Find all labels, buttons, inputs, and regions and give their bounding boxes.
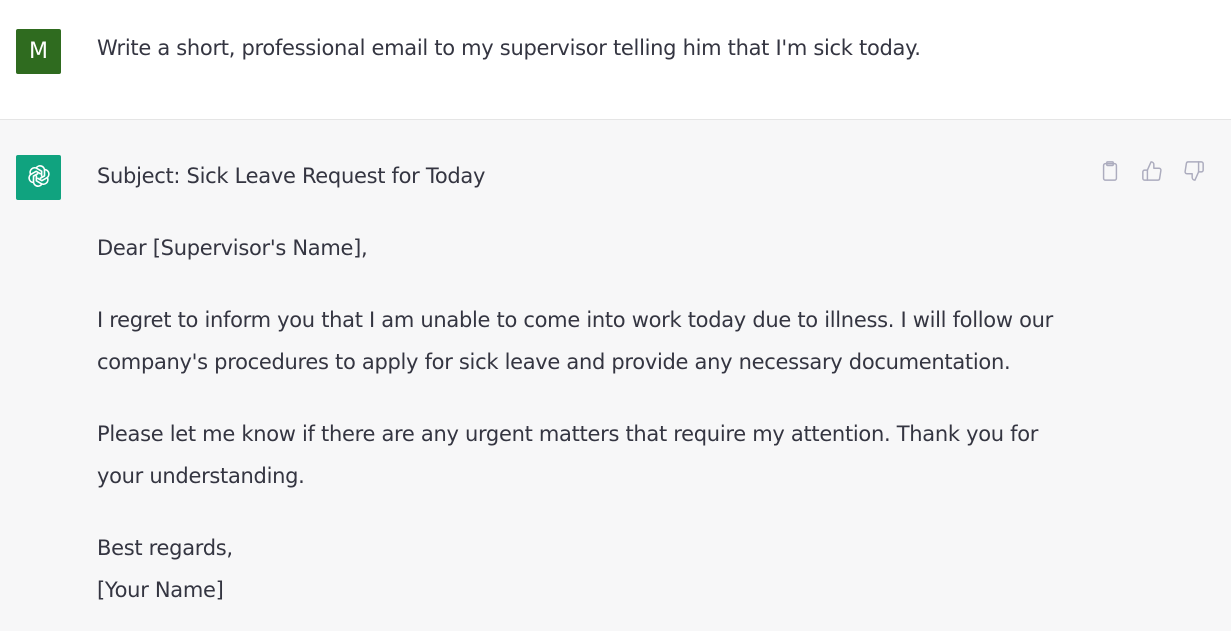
email-subject: Subject: Sick Leave Request for Today (97, 164, 486, 188)
email-signature: [Your Name] (97, 578, 224, 602)
user-message-text: Write a short, professional email to my … (97, 36, 921, 60)
email-closing: Best regards, (97, 536, 233, 560)
assistant-message-row: Subject: Sick Leave Request for Today De… (0, 120, 1231, 631)
email-paragraph-2: Please let me know if there are any urge… (97, 422, 1039, 488)
thumbs-down-button[interactable] (1181, 160, 1207, 186)
email-paragraph-1: I regret to inform you that I am unable … (97, 308, 1053, 374)
copy-button[interactable] (1097, 160, 1123, 186)
user-avatar-letter: M (29, 39, 48, 64)
user-avatar: M (16, 29, 61, 74)
clipboard-icon (1099, 160, 1121, 186)
assistant-avatar (16, 155, 61, 200)
thumbs-up-button[interactable] (1139, 160, 1165, 186)
user-message-row: M Write a short, professional email to m… (0, 0, 1231, 120)
message-actions (1097, 160, 1207, 186)
thumbs-down-icon (1183, 160, 1205, 186)
email-greeting: Dear [Supervisor's Name], (97, 236, 368, 260)
assistant-response: Subject: Sick Leave Request for Today De… (97, 157, 1077, 611)
openai-logo-icon (24, 161, 54, 195)
thumbs-up-icon (1141, 160, 1163, 186)
